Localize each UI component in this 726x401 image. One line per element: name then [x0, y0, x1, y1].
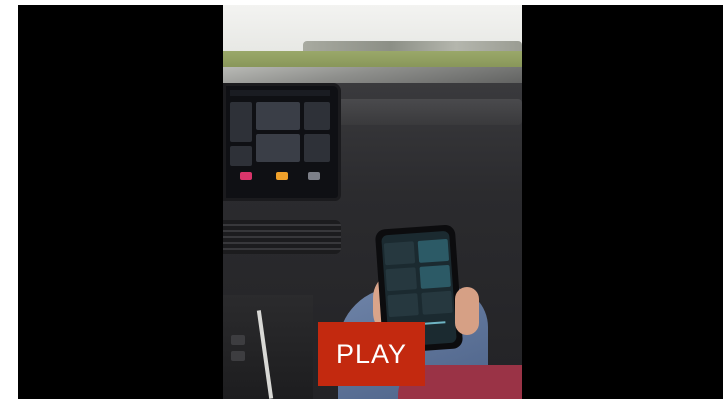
screen-tile — [304, 102, 330, 130]
video-player[interactable]: PLAY — [18, 5, 723, 399]
screen-app-icon — [276, 172, 288, 180]
phone-gauge-cell — [383, 241, 416, 266]
air-vent — [223, 220, 341, 254]
screen-tile — [230, 146, 252, 166]
screen-tile — [230, 102, 252, 142]
screen-tile — [256, 134, 300, 162]
phone-gauge-cell — [417, 238, 450, 263]
console-button — [231, 351, 245, 361]
tree-line — [303, 41, 522, 51]
play-button[interactable]: PLAY — [318, 322, 425, 386]
infotainment-screen — [223, 83, 341, 201]
screen-tile — [256, 102, 300, 130]
screen-app-icon — [308, 172, 320, 180]
phone-gauge-cell — [421, 290, 453, 315]
phone-gauge-cell — [385, 267, 418, 292]
phone-gauge-cell — [387, 293, 419, 318]
screen-app-icon — [240, 172, 252, 180]
console-button — [231, 335, 245, 345]
screen-tile — [304, 134, 330, 162]
phone-gauge-cell — [419, 264, 451, 289]
screen-status-bar — [230, 90, 330, 96]
thumb — [455, 287, 479, 335]
dashboard-trim — [333, 99, 522, 125]
